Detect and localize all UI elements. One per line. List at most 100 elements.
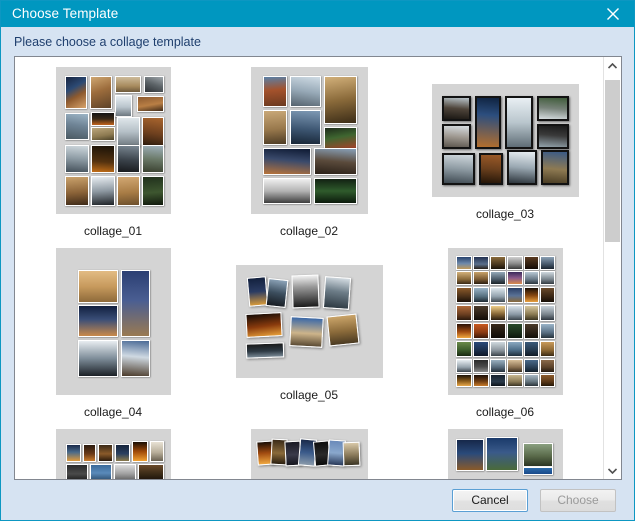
template-thumbnail (55, 429, 171, 479)
photo-tile (288, 316, 324, 348)
photo-tile (539, 341, 555, 357)
photo-tile (323, 127, 357, 149)
photo-tile (141, 117, 164, 147)
photo-tile (455, 305, 472, 321)
template-label: collage_02 (279, 224, 339, 238)
template-thumbnail (250, 67, 368, 214)
photo-tile (64, 176, 89, 206)
template-item-collage-05[interactable]: collage_05 (211, 244, 407, 425)
instruction-bar: Please choose a collage template (1, 27, 634, 56)
template-item-collage-01[interactable]: collage_01 (15, 63, 211, 244)
photo-tile (523, 341, 539, 357)
photo-tile (65, 444, 81, 462)
photo-tile (506, 305, 523, 321)
photo-tile (536, 124, 569, 149)
photo-tile (539, 305, 555, 321)
photo-tile (539, 374, 555, 387)
photo-tile (455, 359, 472, 373)
photo-tile (485, 437, 518, 471)
photo-tile (536, 96, 569, 121)
photo-tile (89, 76, 112, 109)
template-row: collage_04 collage_05 collage_06 (15, 244, 603, 425)
photo-tile (114, 444, 130, 462)
photo-tile (290, 274, 320, 309)
photo-tile (472, 359, 489, 373)
scrollbar-thumb[interactable] (605, 80, 620, 242)
photo-tile (523, 323, 539, 339)
photo-tile (472, 341, 489, 357)
photo-tile (441, 96, 471, 121)
photo-tile (472, 374, 489, 387)
photo-tile (504, 96, 533, 149)
photo-tile (77, 270, 118, 303)
photo-tile (455, 271, 472, 285)
template-thumbnail (431, 84, 579, 197)
photo-tile (265, 278, 288, 308)
photo-tile (120, 270, 150, 337)
photo-tile (455, 287, 472, 303)
template-label: collage_04 (83, 405, 143, 419)
photo-tile (523, 359, 539, 373)
template-label: collage_03 (475, 207, 535, 221)
photo-tile (472, 271, 489, 285)
scroll-up-button[interactable] (604, 57, 621, 74)
photo-tile (89, 464, 112, 479)
template-item-collage-07[interactable]: collage_07 (15, 425, 211, 479)
photo-tile (455, 341, 472, 357)
photo-tile (262, 76, 287, 107)
photo-tile (472, 287, 489, 303)
photo-tile (506, 323, 523, 339)
photo-tile (506, 256, 523, 270)
photo-tile (116, 176, 140, 206)
photo-tile (523, 374, 539, 387)
photo-tile (472, 305, 489, 321)
photo-tile (489, 341, 506, 357)
template-item-collage-09[interactable]: collage_09 (407, 425, 603, 479)
template-item-collage-04[interactable]: collage_04 (15, 244, 211, 425)
template-thumbnail (235, 265, 383, 378)
photo-tile (455, 439, 484, 471)
choose-button[interactable]: Choose (540, 488, 616, 512)
template-item-collage-02[interactable]: collage_02 (211, 63, 407, 244)
vertical-scrollbar[interactable] (603, 57, 621, 479)
photo-tile (441, 153, 475, 185)
photo-tile (77, 305, 118, 337)
scroll-down-button[interactable] (604, 462, 621, 479)
photo-tile (489, 271, 506, 285)
photo-tile (478, 153, 503, 185)
cancel-button[interactable]: Cancel (452, 488, 528, 512)
template-item-collage-03[interactable]: collage_03 (407, 63, 603, 244)
template-label: collage_01 (83, 224, 143, 238)
chevron-up-icon (608, 62, 617, 69)
photo-tile (455, 323, 472, 339)
template-thumbnail (447, 248, 563, 395)
scrollbar-track[interactable] (604, 74, 621, 462)
photo-tile (262, 148, 311, 175)
template-item-collage-08[interactable]: collage_08 (211, 425, 407, 479)
close-button[interactable] (592, 1, 634, 27)
template-grid: collage_01 collage_02 collage_03 collage… (15, 57, 603, 479)
photo-tile (489, 256, 506, 270)
photo-tile (289, 110, 321, 145)
photo-tile (489, 359, 506, 373)
template-thumbnail (250, 429, 368, 479)
photo-tile (114, 95, 132, 117)
photo-tile (90, 176, 115, 206)
template-grid-viewport[interactable]: collage_01 collage_02 collage_03 collage… (15, 57, 603, 479)
template-thumbnail (55, 67, 171, 214)
photo-tile (326, 313, 359, 347)
photo-tile (489, 287, 506, 303)
photo-tile (522, 443, 553, 467)
photo-tile (523, 271, 539, 285)
photo-tile (245, 342, 284, 359)
photo-tile (131, 441, 148, 462)
template-item-collage-06[interactable]: collage_06 (407, 244, 603, 425)
photo-tile (141, 145, 164, 173)
photo-tile (82, 444, 96, 462)
photo-tile (97, 444, 113, 462)
photo-tile (120, 340, 150, 377)
template-thumbnail (447, 429, 563, 479)
photo-tile (114, 76, 141, 93)
photo-tile (136, 96, 164, 112)
photo-tile (65, 464, 88, 479)
